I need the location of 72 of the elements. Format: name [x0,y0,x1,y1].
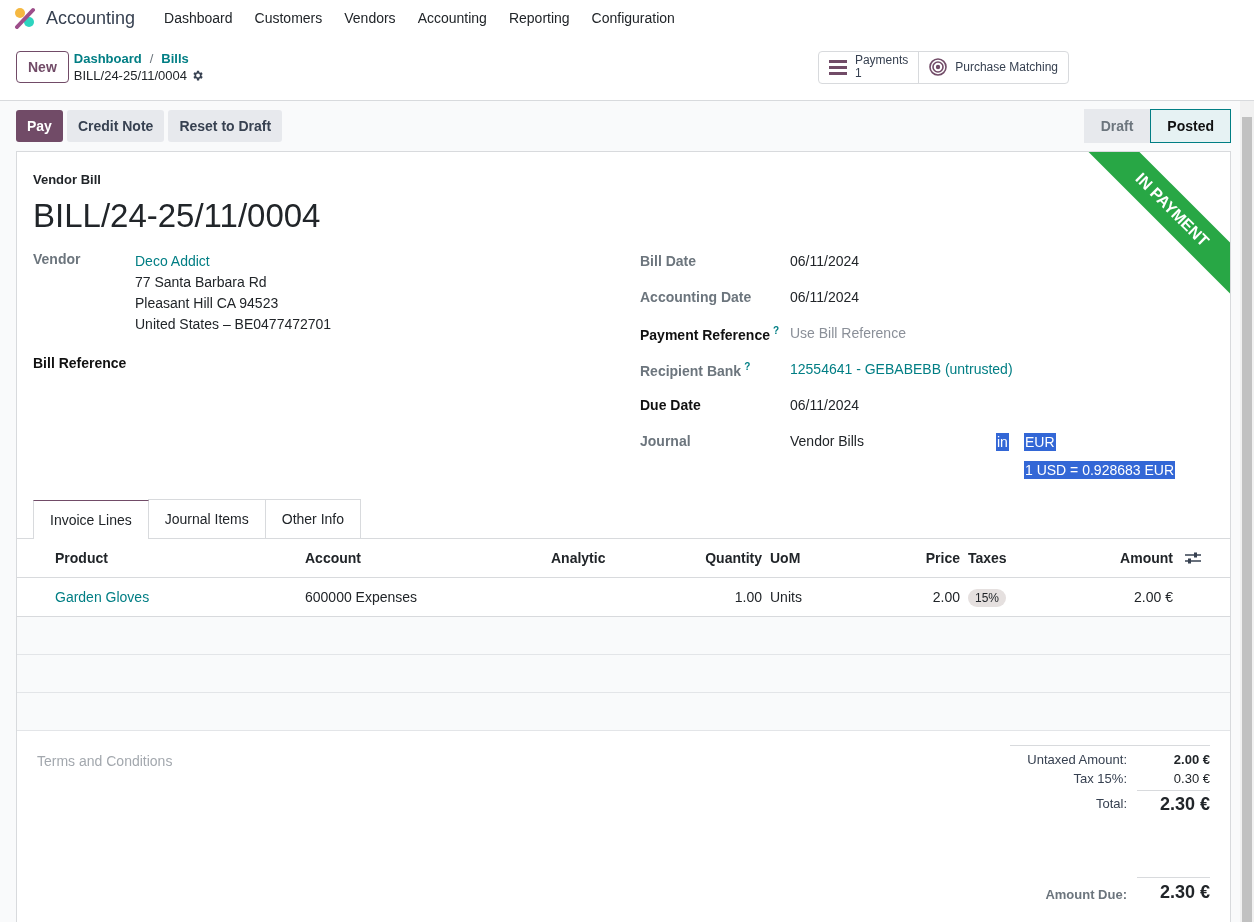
total-value: 2.30 € [1137,790,1210,815]
table-cell-text: 2.00 [931,589,961,605]
field-label: Due Date [640,397,702,413]
matching-button[interactable]: Purchase Matching [918,51,1068,83]
menu-item[interactable]: Configuration [580,10,686,26]
bank-link[interactable]: 12554641 - GEBABEBB (untrusted) [790,361,1214,377]
total-label: Untaxed Amount: [1026,752,1127,767]
target-icon [929,58,948,76]
field-label: Payment Reference $^{?}$ [640,325,781,343]
column-header[interactable]: Quantity [690,550,766,566]
breadcrumb-link[interactable]: Bills [161,51,189,66]
address-line: United States – BE0477472701 [135,315,333,334]
status-step[interactable]: Posted [1150,108,1231,143]
record-name: BILL/24-25/11/0004 [73,68,188,83]
field-label: Bill Reference [33,355,128,371]
gear-icon[interactable] [191,69,205,82]
vendor-link[interactable]: Deco Addict [135,251,640,272]
address-line: Pleasant Hill CA 94523 [135,294,280,313]
currency-value: EUR [1024,433,1056,451]
table-cell-text: 1.00 [733,589,763,605]
total-value: 2.30 € [1137,877,1210,903]
tab[interactable]: Other Info [264,499,362,538]
menu-item[interactable]: Customers [243,10,334,26]
tax-tag: 15% [968,589,1007,607]
total-value: 2.00 € [1172,752,1210,767]
field-label: Vendor [33,251,82,269]
field-value: 06/11/2024 [790,253,861,269]
column-header[interactable]: Taxes [964,550,1074,566]
column-header[interactable]: UoM [766,550,870,566]
product-link[interactable]: Garden Gloves [51,589,301,605]
total-label: Amount Due: [1044,886,1127,903]
total-label: Total: [1094,795,1127,813]
document-type: Vendor Bill [33,172,101,187]
menu-item[interactable]: Accounting [406,10,498,26]
column-header[interactable]: Amount [1074,550,1177,566]
column-header[interactable]: Analytic [547,550,690,566]
field-label: Journal [640,433,692,449]
app-logo[interactable] [14,7,36,29]
column-header[interactable]: Price [870,550,964,566]
total-label: Tax 15%: [1072,771,1127,786]
action-button[interactable]: Reset to Draft [168,109,283,142]
new-button[interactable]: New [16,51,69,83]
scrollbar[interactable] [1240,101,1254,922]
payments-button[interactable]: Payments 1 [818,51,919,83]
field-value: 06/11/2024 [790,397,861,413]
total-value: 0.30 € [1172,771,1210,786]
field-value: 06/11/2024 [790,289,861,305]
app-name[interactable]: Accounting [46,7,136,29]
table-cell-text: 2.00 € [1133,589,1174,605]
list-icon [828,59,847,75]
table-cell-text: Units [769,589,803,605]
field-label: Recipient Bank $^{?}$ [640,361,752,379]
status-step[interactable]: Draft [1083,108,1151,143]
field-value: in [996,433,1009,451]
menu-item[interactable]: Reporting [497,10,581,26]
menu-item[interactable]: Vendors [333,10,407,26]
menu-item[interactable]: Dashboard [153,10,244,26]
action-button[interactable]: Credit Note [66,109,165,142]
field-label: Accounting Date [640,289,753,305]
document-title: BILL/24-25/11/0004 [33,197,321,235]
column-header[interactable]: Product [51,550,301,566]
breadcrumb-separator: / [149,51,154,66]
table-cell-text: 600000 Expenses [304,589,419,605]
field-label: Bill Date [640,253,697,269]
settings-icon[interactable] [1185,551,1201,565]
action-button[interactable]: Pay [16,109,63,142]
breadcrumb-link[interactable]: Dashboard [73,51,142,66]
tab[interactable]: Invoice Lines [33,500,149,539]
column-header[interactable]: Account [301,550,547,566]
field-value: Vendor Bills [790,433,865,449]
exchange-rate: 1 USD = 0.928683 EUR [1024,461,1176,479]
address-line: 77 Santa Barbara Rd [135,273,268,292]
